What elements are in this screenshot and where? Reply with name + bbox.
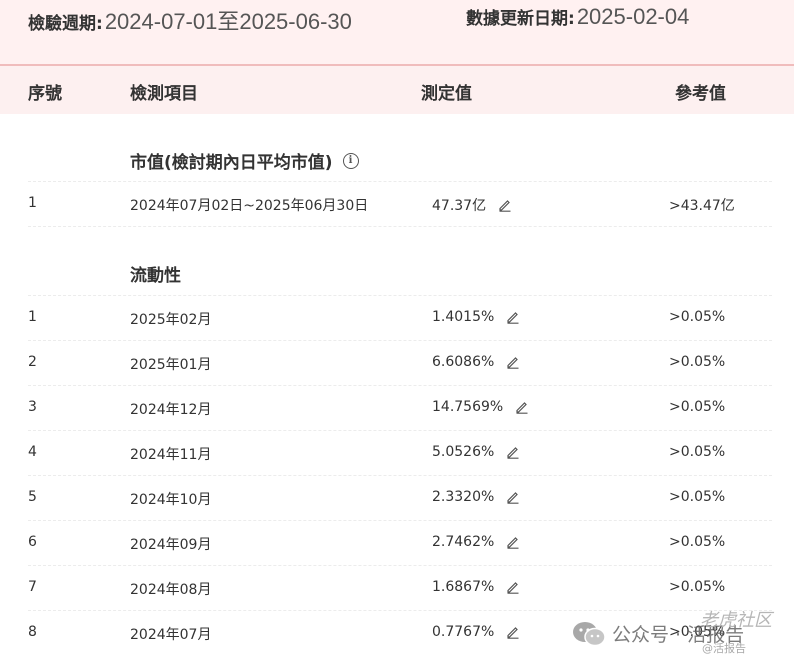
row-value: 1.4015%: [432, 309, 520, 325]
pencil-icon[interactable]: [506, 580, 520, 594]
row-item: 2024年10月: [130, 492, 212, 508]
table-row: 3 2024年12月 14.7569% >0.05%: [28, 385, 772, 430]
row-reference: >0.05%: [669, 534, 726, 550]
row-reference: >43.47亿: [669, 198, 735, 214]
row-item: 2024年08月: [130, 582, 212, 598]
row-value-text: 1.4015%: [432, 309, 495, 325]
update-info: 數據更新日期: 2025-02-04: [466, 4, 689, 30]
row-item: 2024年07月: [130, 627, 212, 643]
row-item: 2024年09月: [130, 537, 212, 553]
column-index: 序號: [28, 84, 62, 104]
row-item: 2024年07月02日~2025年06月30日: [130, 198, 369, 214]
row-reference: >0.05%: [669, 579, 726, 595]
row-value-text: 6.6086%: [432, 354, 495, 370]
period-info: 檢驗週期: 2024-07-01至2025-06-30: [28, 4, 352, 36]
row-index: 7: [28, 579, 37, 595]
row-value-text: 47.37亿: [432, 198, 487, 214]
row-item: 2024年11月: [130, 447, 212, 463]
row-divider: [28, 226, 772, 227]
pencil-icon[interactable]: [506, 490, 520, 504]
row-item: 2025年01月: [130, 357, 212, 373]
section-title-text: 流動性: [130, 266, 181, 286]
table-row: 1 2024年07月02日~2025年06月30日 47.37亿 >43.47亿: [28, 181, 772, 226]
period-value: 2024-07-01至2025-06-30: [104, 9, 352, 34]
table-row: 5 2024年10月 2.3320% >0.05%: [28, 475, 772, 520]
wechat-icon: [573, 622, 606, 647]
watermark: 公众号 · 活报告 老虎社区 @活报告: [572, 606, 792, 662]
row-value-text: 2.7462%: [432, 534, 495, 550]
table-row: 7 2024年08月 1.6867% >0.05%: [28, 565, 772, 610]
info-icon[interactable]: i: [342, 152, 359, 169]
period-label: 檢驗週期:: [28, 14, 103, 34]
row-value-text: 2.3320%: [432, 489, 495, 505]
row-index: 1: [28, 195, 37, 211]
section-title-liquidity: 流動性: [130, 261, 181, 286]
pencil-icon[interactable]: [506, 535, 520, 549]
row-value: 14.7569%: [432, 399, 529, 415]
row-reference: >0.05%: [669, 489, 726, 505]
table-header: 序號 檢測項目 測定值 參考值: [0, 66, 794, 114]
row-value-text: 14.7569%: [432, 399, 504, 415]
row-reference: >0.05%: [669, 309, 726, 325]
row-index: 5: [28, 489, 37, 505]
table-row: 2 2025年01月 6.6086% >0.05%: [28, 340, 772, 385]
updated-value: 2025-02-04: [576, 4, 690, 29]
row-value-text: 0.7767%: [432, 624, 495, 640]
row-item: 2025年02月: [130, 312, 212, 328]
pencil-icon[interactable]: [515, 400, 529, 414]
section-title-text: 市值(檢討期內日平均市值): [130, 153, 333, 173]
pencil-icon[interactable]: [506, 310, 520, 324]
row-value: 2.7462%: [432, 534, 520, 550]
pencil-icon[interactable]: [506, 445, 520, 459]
row-value: 1.6867%: [432, 579, 520, 595]
row-item: 2024年12月: [130, 402, 212, 418]
pencil-icon[interactable]: [506, 355, 520, 369]
table-row: 6 2024年09月 2.7462% >0.05%: [28, 520, 772, 565]
row-value: 2.3320%: [432, 489, 520, 505]
row-value: 6.6086%: [432, 354, 520, 370]
row-index: 1: [28, 309, 37, 325]
row-index: 4: [28, 444, 37, 460]
column-reference: 參考值: [675, 84, 726, 104]
period-bar: 檢驗週期: 2024-07-01至2025-06-30 數據更新日期: 2025…: [0, 0, 794, 66]
row-reference: >0.05%: [669, 399, 726, 415]
table-row: 1 2025年02月 1.4015% >0.05%: [28, 295, 772, 340]
row-index: 2: [28, 354, 37, 370]
table-row: 4 2024年11月 5.0526% >0.05%: [28, 430, 772, 475]
pencil-icon[interactable]: [506, 625, 520, 639]
column-value: 測定值: [421, 84, 472, 104]
row-reference: >0.05%: [669, 444, 726, 460]
pencil-icon[interactable]: [498, 198, 512, 212]
row-index: 3: [28, 399, 37, 415]
column-item: 檢測項目: [130, 84, 198, 104]
row-reference: >0.05%: [669, 354, 726, 370]
row-value: 5.0526%: [432, 444, 520, 460]
section-title-market-cap: 市值(檢討期內日平均市值) i: [130, 148, 359, 173]
row-index: 8: [28, 624, 37, 640]
row-value: 0.7767%: [432, 624, 520, 640]
row-value-text: 1.6867%: [432, 579, 495, 595]
watermark-handle: @活报告: [702, 642, 746, 655]
row-value: 47.37亿: [432, 195, 512, 215]
row-value-text: 5.0526%: [432, 444, 495, 460]
updated-label: 數據更新日期:: [466, 9, 575, 29]
watermark-community: 老虎社区: [700, 610, 772, 631]
row-index: 6: [28, 534, 37, 550]
